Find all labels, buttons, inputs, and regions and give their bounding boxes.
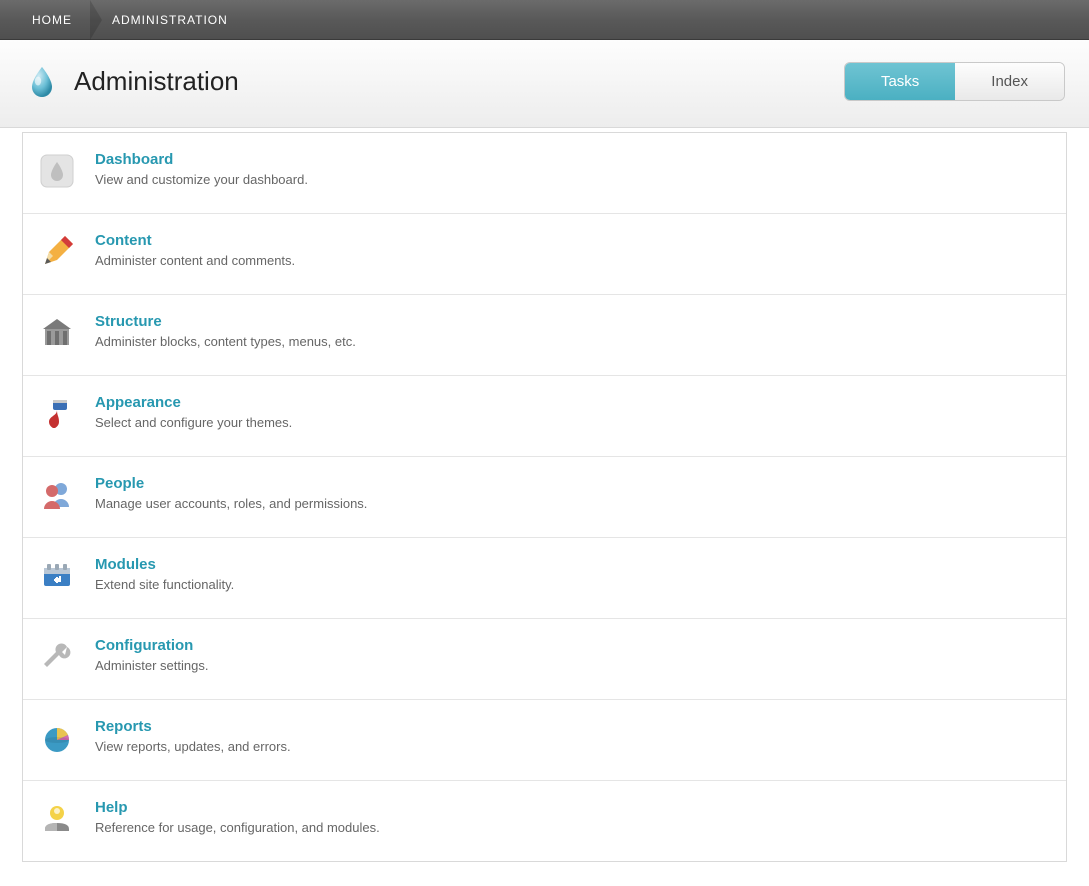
- admin-row-people: People Manage user accounts, roles, and …: [23, 457, 1066, 538]
- tab-tasks[interactable]: Tasks: [845, 63, 955, 100]
- people-link[interactable]: People: [95, 475, 144, 492]
- admin-text: Help Reference for usage, configuration,…: [95, 799, 380, 835]
- configuration-desc: Administer settings.: [95, 658, 208, 673]
- admin-row-reports: Reports View reports, updates, and error…: [23, 700, 1066, 781]
- title-wrap: Administration: [24, 64, 239, 100]
- people-icon: [37, 475, 77, 515]
- help-desc: Reference for usage, configuration, and …: [95, 820, 380, 835]
- admin-row-structure: Structure Administer blocks, content typ…: [23, 295, 1066, 376]
- structure-icon: [37, 313, 77, 353]
- admin-text: People Manage user accounts, roles, and …: [95, 475, 367, 511]
- reports-desc: View reports, updates, and errors.: [95, 739, 291, 754]
- modules-desc: Extend site functionality.: [95, 577, 234, 592]
- paint-icon: [37, 394, 77, 434]
- admin-row-help: Help Reference for usage, configuration,…: [23, 781, 1066, 861]
- admin-row-dashboard: Dashboard View and customize your dashbo…: [23, 133, 1066, 214]
- admin-text: Reports View reports, updates, and error…: [95, 718, 291, 754]
- appearance-desc: Select and configure your themes.: [95, 415, 292, 430]
- configuration-link[interactable]: Configuration: [95, 637, 193, 654]
- breadcrumb-bar: HOME ADMINISTRATION: [0, 0, 1089, 40]
- admin-panel: Dashboard View and customize your dashbo…: [22, 132, 1067, 862]
- modules-icon: [37, 556, 77, 596]
- pie-chart-icon: [37, 718, 77, 758]
- admin-text: Configuration Administer settings.: [95, 637, 208, 673]
- page-header: Administration Tasks Index: [0, 40, 1089, 128]
- breadcrumb-administration[interactable]: ADMINISTRATION: [90, 0, 246, 39]
- content-desc: Administer content and comments.: [95, 253, 295, 268]
- appearance-link[interactable]: Appearance: [95, 394, 181, 411]
- admin-text: Modules Extend site functionality.: [95, 556, 234, 592]
- page-title: Administration: [74, 66, 239, 97]
- admin-text: Structure Administer blocks, content typ…: [95, 313, 356, 349]
- people-desc: Manage user accounts, roles, and permiss…: [95, 496, 367, 511]
- help-link[interactable]: Help: [95, 799, 128, 816]
- admin-row-appearance: Appearance Select and configure your the…: [23, 376, 1066, 457]
- header-tabs: Tasks Index: [844, 62, 1065, 101]
- structure-desc: Administer blocks, content types, menus,…: [95, 334, 356, 349]
- dashboard-desc: View and customize your dashboard.: [95, 172, 308, 187]
- water-drop-icon: [24, 64, 60, 100]
- dashboard-icon: [37, 151, 77, 191]
- content-link[interactable]: Content: [95, 232, 152, 249]
- reports-link[interactable]: Reports: [95, 718, 152, 735]
- admin-row-content: Content Administer content and comments.: [23, 214, 1066, 295]
- pencil-icon: [37, 232, 77, 272]
- dashboard-link[interactable]: Dashboard: [95, 151, 173, 168]
- admin-text: Dashboard View and customize your dashbo…: [95, 151, 308, 187]
- wrench-icon: [37, 637, 77, 677]
- breadcrumb-home[interactable]: HOME: [10, 0, 90, 39]
- admin-row-configuration: Configuration Administer settings.: [23, 619, 1066, 700]
- admin-text: Content Administer content and comments.: [95, 232, 295, 268]
- structure-link[interactable]: Structure: [95, 313, 162, 330]
- tab-index[interactable]: Index: [955, 63, 1064, 100]
- help-icon: [37, 799, 77, 839]
- admin-text: Appearance Select and configure your the…: [95, 394, 292, 430]
- admin-row-modules: Modules Extend site functionality.: [23, 538, 1066, 619]
- modules-link[interactable]: Modules: [95, 556, 156, 573]
